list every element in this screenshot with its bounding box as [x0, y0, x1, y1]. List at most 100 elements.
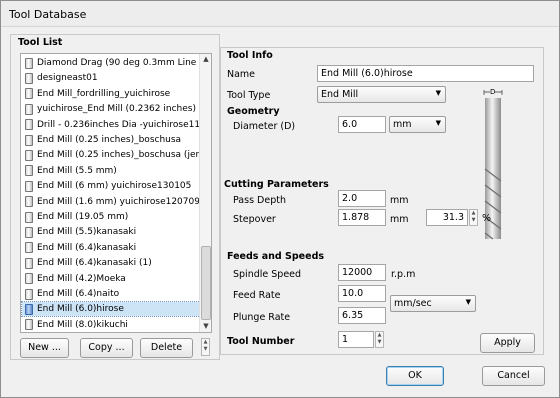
stepover-percent-unit: % — [482, 213, 492, 224]
tool-list-item[interactable]: End Mill (8.0)kikuchi — [22, 318, 200, 332]
end-mill-icon — [25, 72, 33, 84]
tool-list-item-label: End Mill (19.05 mm) — [37, 212, 129, 222]
tool-list[interactable]: Diamond Drag (90 deg 0.3mm Line Widt desi… — [20, 53, 212, 333]
end-mill-icon — [25, 319, 33, 331]
end-mill-icon — [25, 211, 33, 223]
tool-list-item-label: End Mill (6.4)kanasaki — [37, 242, 137, 253]
end-mill-icon — [25, 226, 33, 238]
tool-type-value: End Mill — [321, 89, 359, 100]
tool-list-item-label: End Mill (6 mm) yuichirose130105 — [37, 181, 192, 192]
tool-info-title: Tool Info — [227, 50, 273, 61]
tool-list-item-label: End Mill (0.25 inches)_boschusa (jens) — [37, 150, 200, 161]
tool-list-item[interactable]: End Mill (19.05 mm) — [22, 210, 200, 224]
tool-list-item-label: End Mill (8.0)kikuchi — [37, 319, 128, 330]
tool-list-item[interactable]: End Mill (1.6 mm) yuichirose120709 — [22, 195, 200, 209]
tool-list-item[interactable]: yuichirose_End Mill (0.2362 inches) — [22, 102, 200, 116]
pass-depth-field[interactable]: 2.0 — [338, 190, 386, 207]
tool-list-title: Tool List — [18, 37, 63, 48]
tool-list-item[interactable]: Diamond Drag (90 deg 0.3mm Line Widt — [22, 56, 200, 70]
scroll-thumb[interactable] — [201, 246, 211, 320]
stepover-percent-field[interactable]: 31.3 — [426, 209, 468, 226]
tool-list-item-label: End Mill (5.5 mm) — [37, 165, 117, 176]
end-mill-icon — [25, 103, 33, 115]
end-mill-icon — [25, 288, 33, 300]
diameter-field[interactable]: 6.0 — [338, 116, 386, 133]
tool-list-item[interactable]: End Mill (6.0)hirose — [21, 301, 201, 318]
chevron-down-icon: ▼ — [465, 298, 471, 306]
end-mill-icon — [25, 119, 33, 131]
feed-rate-field[interactable]: 10.0 — [338, 285, 386, 302]
spindle-speed-unit: r.p.m — [391, 269, 416, 280]
tool-type-select[interactable]: End Mill ▼ — [317, 86, 446, 103]
diameter-unit-value: mm — [393, 119, 412, 130]
end-mill-icon — [25, 242, 33, 254]
delete-tool-button[interactable]: Delete — [140, 338, 193, 358]
feed-rate-label: Feed Rate — [233, 290, 281, 301]
tool-list-item[interactable]: End Mill (5.5)kanasaki — [22, 225, 200, 239]
tool-list-item[interactable]: End Mill (6.4)naito — [22, 287, 200, 301]
tool-list-item[interactable]: End Mill_fordrilling_yuichirose — [22, 87, 200, 101]
cancel-button[interactable]: Cancel — [482, 366, 545, 386]
end-mill-icon — [25, 149, 33, 161]
end-mill-icon — [25, 134, 33, 146]
tool-list-item-label: End Mill (1.6 mm) yuichirose120709 — [37, 196, 200, 207]
end-mill-icon — [25, 257, 33, 269]
name-field[interactable]: End Mill (6.0)hirose — [317, 65, 534, 82]
tool-list-item[interactable]: End Mill (0.25 inches)_boschusa — [22, 133, 200, 147]
tool-list-item[interactable]: End Mill (6 mm) yuichirose130105 — [22, 179, 200, 193]
ok-button[interactable]: OK — [386, 366, 444, 386]
name-label: Name — [227, 69, 256, 80]
end-mill-icon — [25, 273, 33, 285]
spindle-speed-field[interactable]: 12000 — [338, 264, 386, 281]
tool-order-spinner[interactable]: ▲ ▼ — [201, 338, 210, 356]
new-tool-button[interactable]: New ... — [20, 338, 69, 358]
apply-button[interactable]: Apply — [480, 333, 535, 353]
geometry-heading: Geometry — [227, 106, 280, 117]
tool-list-item-label: End Mill (6.4)naito — [37, 289, 120, 299]
pass-depth-unit: mm — [390, 195, 409, 206]
tool-list-item-label: End Mill (5.5)kanasaki — [37, 227, 137, 238]
spindle-speed-label: Spindle Speed — [233, 269, 302, 280]
tool-list-item-label: yuichirose_End Mill (0.2362 inches) — [37, 104, 196, 115]
stepover-percent-spinner[interactable]: ▲ ▼ — [469, 209, 478, 226]
move-down-icon: ▼ — [203, 346, 208, 352]
rate-unit-select[interactable]: mm/sec ▼ — [390, 295, 476, 312]
tool-list-item[interactable]: End Mill (6.4)kanasaki — [22, 241, 200, 255]
tool-list-item-label: Diamond Drag (90 deg 0.3mm Line Widt — [37, 58, 200, 68]
stepover-unit: mm — [390, 214, 409, 225]
copy-tool-button[interactable]: Copy ... — [80, 338, 133, 358]
rate-unit-value: mm/sec — [394, 298, 432, 309]
tool-number-field[interactable]: 1 — [338, 331, 374, 348]
tool-list-item-label: End Mill (0.25 inches)_boschusa — [37, 135, 182, 145]
tool-database-dialog: Tool Database Tool List Diamond Drag (90… — [0, 0, 560, 398]
scroll-up-icon[interactable]: ▲ — [201, 54, 211, 65]
tool-list-item[interactable]: designeast01 — [22, 71, 200, 85]
diameter-unit-select[interactable]: mm ▼ — [389, 116, 446, 133]
preview-d-label: D — [490, 88, 496, 96]
feeds-speeds-heading: Feeds and Speeds — [227, 251, 325, 262]
tool-number-spinner[interactable]: ▲ ▼ — [375, 331, 384, 348]
decrement-icon: ▼ — [471, 217, 476, 223]
tool-type-label: Tool Type — [227, 90, 271, 101]
stepover-label: Stepover — [233, 214, 276, 225]
chevron-down-icon: ▼ — [435, 89, 441, 97]
decrement-icon: ▼ — [377, 339, 382, 345]
stepover-field[interactable]: 1.878 — [338, 209, 386, 226]
scroll-down-icon[interactable]: ▼ — [201, 321, 211, 332]
chevron-down-icon: ▼ — [435, 119, 441, 127]
plunge-rate-field[interactable]: 6.35 — [338, 307, 386, 324]
plunge-rate-label: Plunge Rate — [233, 312, 291, 323]
tool-list-item[interactable]: End Mill (4.2)Moeka — [22, 272, 200, 286]
cutting-parameters-heading: Cutting Parameters — [224, 179, 329, 190]
tool-list-item-label: End Mill (6.4)kanasaki (1) — [37, 258, 152, 269]
end-mill-icon — [25, 88, 33, 100]
tool-list-item[interactable]: Drill - 0.236inches Dia -yuichirose11071 — [22, 118, 200, 132]
tool-list-item[interactable]: End Mill (0.25 inches)_boschusa (jens) — [22, 148, 200, 162]
increment-icon: ▲ — [471, 210, 476, 216]
tool-list-item[interactable]: End Mill (5.5 mm) — [22, 164, 200, 178]
end-mill-icon — [25, 196, 33, 208]
tool-list-item[interactable]: End Mill (6.4)kanasaki (1) — [22, 256, 200, 270]
tool-list-scrollbar[interactable]: ▲ ▼ — [199, 54, 211, 332]
move-up-icon: ▲ — [203, 339, 208, 345]
pass-depth-label: Pass Depth — [233, 195, 286, 206]
